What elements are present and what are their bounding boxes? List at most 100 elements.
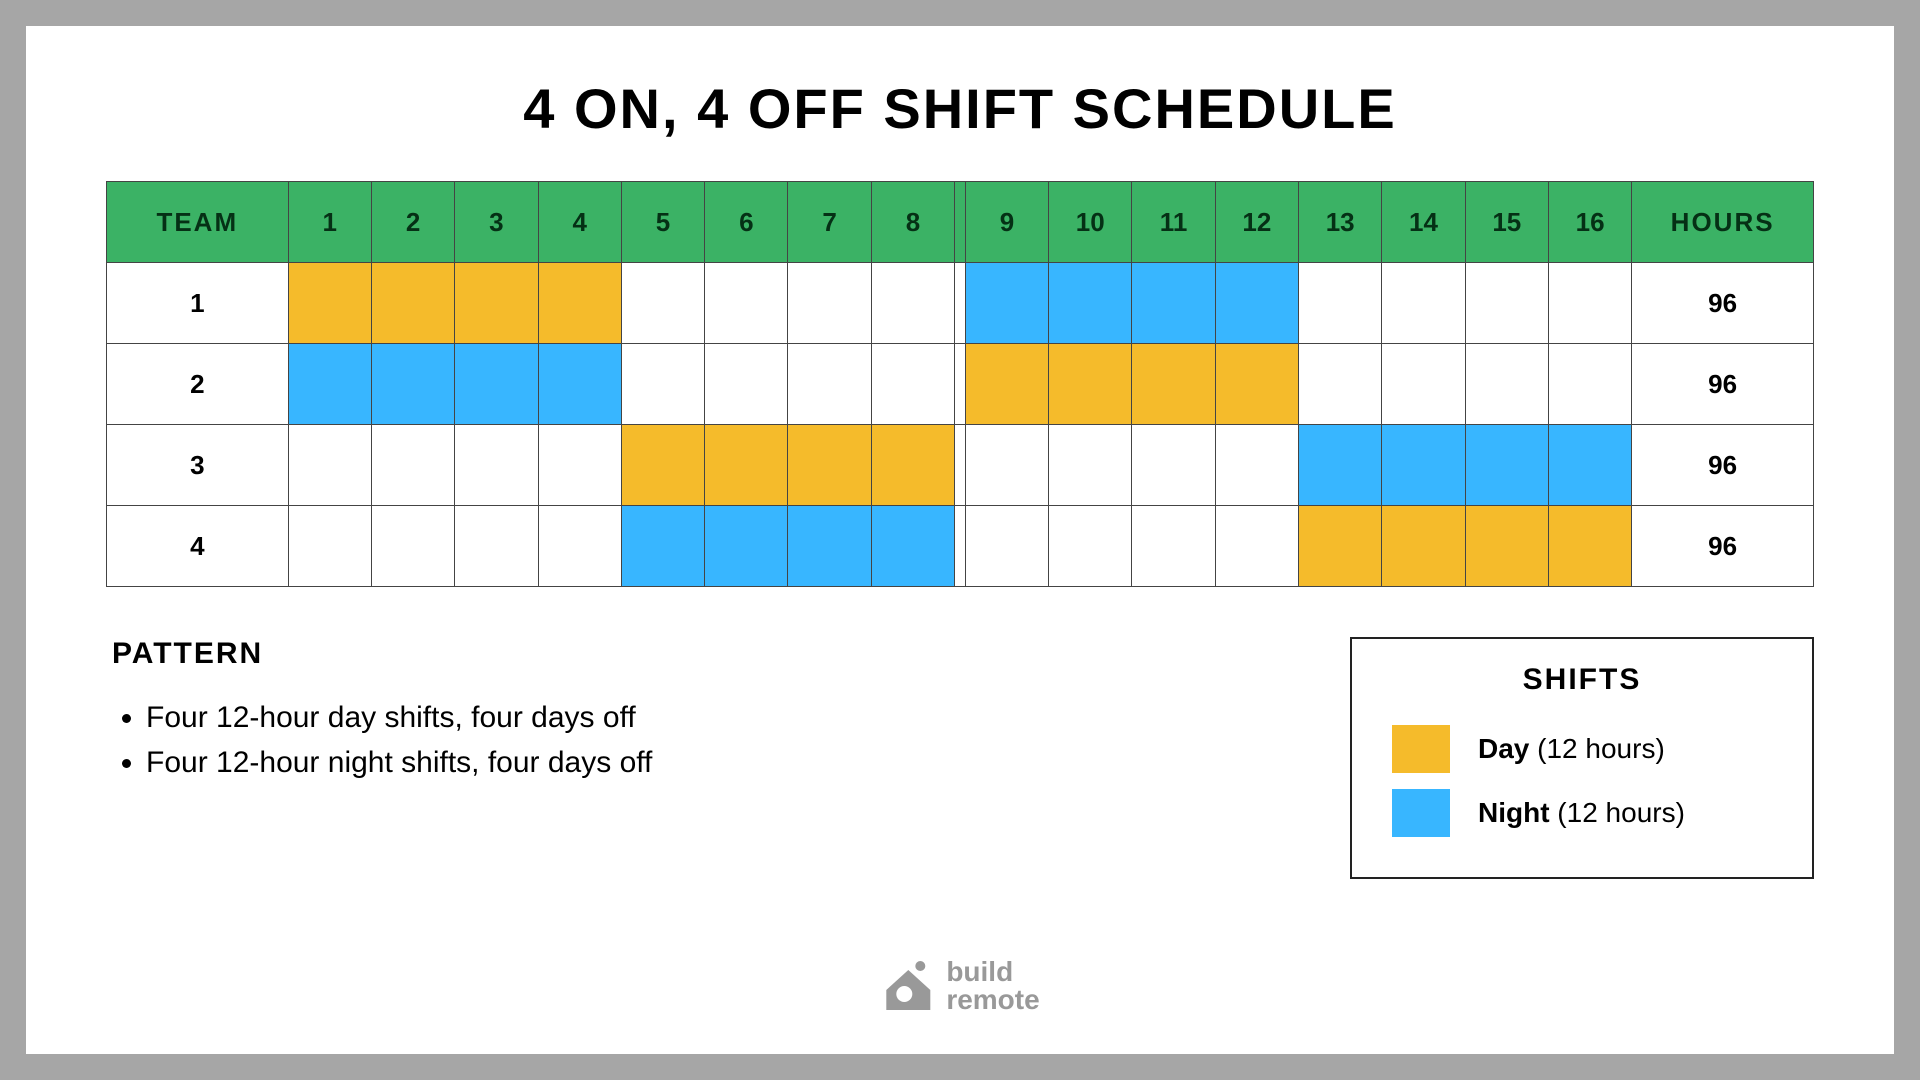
row-sep — [955, 425, 966, 506]
shift-cell — [871, 425, 954, 506]
shift-cell — [1382, 425, 1465, 506]
pattern-list: Four 12-hour day shifts, four days offFo… — [106, 695, 652, 785]
shift-cell — [788, 263, 871, 344]
shift-cell — [788, 344, 871, 425]
hours-cell: 96 — [1632, 263, 1814, 344]
brand-logo: buildremote — [880, 958, 1039, 1014]
shift-cell — [621, 263, 704, 344]
legend-label-night: Night (12 hours) — [1478, 797, 1685, 829]
shift-cell — [871, 344, 954, 425]
shift-cell — [1548, 344, 1631, 425]
table-row: 3 96 — [107, 425, 1814, 506]
shift-cell — [455, 263, 538, 344]
legend-label-day: Day (12 hours) — [1478, 733, 1665, 765]
shift-cell — [1049, 263, 1132, 344]
shift-cell — [1049, 344, 1132, 425]
shift-cell — [371, 425, 454, 506]
shift-cell — [455, 506, 538, 587]
hours-cell: 96 — [1632, 506, 1814, 587]
pattern-section: PATTERN Four 12-hour day shifts, four da… — [106, 637, 652, 785]
shift-cell — [371, 263, 454, 344]
list-item: Four 12-hour night shifts, four days off — [146, 740, 652, 785]
header-day-8: 8 — [871, 182, 954, 263]
shift-cell — [1132, 425, 1215, 506]
legend-row-night: Night (12 hours) — [1392, 789, 1772, 837]
shift-cell — [1049, 506, 1132, 587]
header-day-4: 4 — [538, 182, 621, 263]
row-sep — [955, 263, 966, 344]
shift-cell — [705, 263, 788, 344]
table-row: 1 96 — [107, 263, 1814, 344]
shift-cell — [1132, 263, 1215, 344]
hours-cell: 96 — [1632, 344, 1814, 425]
shift-cell — [1299, 506, 1382, 587]
shift-cell — [1382, 344, 1465, 425]
shift-cell — [871, 506, 954, 587]
team-label: 1 — [107, 263, 289, 344]
header-day-6: 6 — [705, 182, 788, 263]
header-day-3: 3 — [455, 182, 538, 263]
shift-cell — [1215, 506, 1298, 587]
shift-cell — [1465, 344, 1548, 425]
shift-cell — [1548, 425, 1631, 506]
shift-cell — [1465, 506, 1548, 587]
legend-swatch-day — [1392, 725, 1450, 773]
page-title: 4 ON, 4 OFF SHIFT SCHEDULE — [106, 76, 1814, 141]
legend-row-day: Day (12 hours) — [1392, 725, 1772, 773]
legend-heading: SHIFTS — [1392, 663, 1772, 697]
header-sep — [955, 182, 966, 263]
shift-cell — [288, 425, 371, 506]
shift-cell — [705, 344, 788, 425]
shift-cell — [1215, 425, 1298, 506]
header-day-13: 13 — [1299, 182, 1382, 263]
shift-cell — [1299, 425, 1382, 506]
header-day-15: 15 — [1465, 182, 1548, 263]
shift-cell — [1465, 263, 1548, 344]
header-day-9: 9 — [965, 182, 1048, 263]
shift-cell — [288, 263, 371, 344]
house-icon — [880, 958, 936, 1014]
hours-cell: 96 — [1632, 425, 1814, 506]
shift-cell — [1382, 263, 1465, 344]
header-team: TEAM — [107, 182, 289, 263]
team-label: 2 — [107, 344, 289, 425]
shift-cell — [705, 506, 788, 587]
header-day-16: 16 — [1548, 182, 1631, 263]
row-sep — [955, 344, 966, 425]
shift-cell — [1299, 344, 1382, 425]
header-day-5: 5 — [621, 182, 704, 263]
shift-cell — [1215, 263, 1298, 344]
header-day-14: 14 — [1382, 182, 1465, 263]
shift-cell — [538, 506, 621, 587]
shift-cell — [538, 425, 621, 506]
shift-cell — [788, 425, 871, 506]
header-hours: HOURS — [1632, 182, 1814, 263]
header-day-11: 11 — [1132, 182, 1215, 263]
schedule-table: TEAM12345678910111213141516HOURS 1962963… — [106, 181, 1814, 587]
shift-cell — [871, 263, 954, 344]
row-sep — [955, 506, 966, 587]
header-day-1: 1 — [288, 182, 371, 263]
header-day-12: 12 — [1215, 182, 1298, 263]
shift-cell — [621, 425, 704, 506]
shift-cell — [371, 506, 454, 587]
shift-cell — [965, 344, 1048, 425]
shift-cell — [705, 425, 788, 506]
shift-cell — [288, 344, 371, 425]
legend-swatch-night — [1392, 789, 1450, 837]
shift-cell — [621, 506, 704, 587]
shift-cell — [1382, 506, 1465, 587]
brand-text: buildremote — [946, 958, 1039, 1014]
shift-cell — [965, 425, 1048, 506]
shift-cell — [1215, 344, 1298, 425]
header-day-7: 7 — [788, 182, 871, 263]
shift-cell — [455, 425, 538, 506]
team-label: 3 — [107, 425, 289, 506]
header-day-2: 2 — [371, 182, 454, 263]
table-row: 2 96 — [107, 344, 1814, 425]
shift-cell — [965, 506, 1048, 587]
shift-cell — [965, 263, 1048, 344]
shift-cell — [1465, 425, 1548, 506]
header-day-10: 10 — [1049, 182, 1132, 263]
shift-cell — [1132, 344, 1215, 425]
